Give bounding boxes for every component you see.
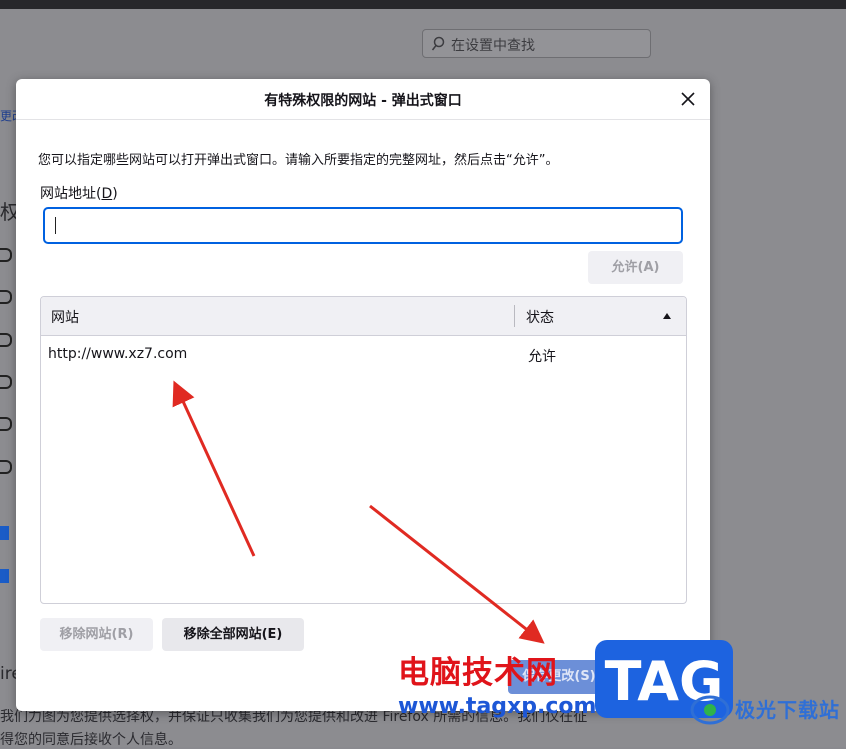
- address-label-text: 网站地址: [40, 186, 96, 202]
- background-checkbox[interactable]: [0, 569, 9, 583]
- column-divider: [514, 305, 515, 327]
- camera-icon: [0, 290, 12, 304]
- remove-site-button[interactable]: 移除网站(R): [40, 618, 153, 651]
- column-header-status[interactable]: 状态: [526, 307, 554, 327]
- allow-button[interactable]: 允许(A): [588, 251, 683, 284]
- sites-table: 网站 状态 http://www.xz7.com 允许: [40, 296, 687, 604]
- remove-all-sites-button[interactable]: 移除全部网站(E): [162, 618, 304, 651]
- address-input[interactable]: [53, 209, 677, 241]
- notification-icon: [0, 375, 12, 389]
- watermark-brand-text: 电脑技术网: [398, 655, 558, 691]
- column-header-site[interactable]: 网站: [51, 307, 79, 327]
- search-placeholder: 在设置中查找: [451, 38, 535, 54]
- address-accesskey: D: [101, 186, 113, 202]
- text-caret: [55, 217, 56, 234]
- table-row[interactable]: http://www.xz7.com 允许: [41, 338, 686, 368]
- status-cell: 允许: [528, 349, 556, 365]
- autoplay-icon: [0, 417, 12, 431]
- microphone-icon: [0, 333, 12, 347]
- background-checkbox[interactable]: [0, 526, 9, 540]
- address-label: 网站地址(D): [40, 186, 118, 202]
- settings-search-input[interactable]: 在设置中查找: [422, 29, 651, 58]
- address-input-box[interactable]: [43, 207, 683, 244]
- location-icon: [0, 248, 12, 262]
- sort-ascending-icon: [663, 313, 671, 319]
- dialog-title: 有特殊权限的网站 - 弹出式窗口: [264, 93, 462, 109]
- popup-exceptions-dialog: 有特殊权限的网站 - 弹出式窗口 您可以指定哪些网站可以打开弹出式窗口。请输入所…: [16, 79, 710, 711]
- window-top-bar: [0, 0, 846, 9]
- vr-icon: [0, 460, 12, 474]
- table-header: 网站 状态: [41, 297, 686, 336]
- background-privacy-text: 得您的同意后接收个人信息。: [0, 732, 182, 748]
- close-button[interactable]: [678, 89, 698, 109]
- close-icon: [681, 92, 695, 106]
- dialog-titlebar: 有特殊权限的网站 - 弹出式窗口: [16, 79, 710, 120]
- watermark-site-logo-icon: [690, 695, 730, 725]
- watermark-url-text: www.tagxp.com: [398, 694, 597, 719]
- site-cell: http://www.xz7.com: [48, 346, 188, 362]
- search-icon: [431, 36, 445, 51]
- dialog-description: 您可以指定哪些网站可以打开弹出式窗口。请输入所要指定的完整网址，然后点击“允许”…: [38, 153, 559, 168]
- watermark-site-text: 极光下载站: [735, 698, 840, 722]
